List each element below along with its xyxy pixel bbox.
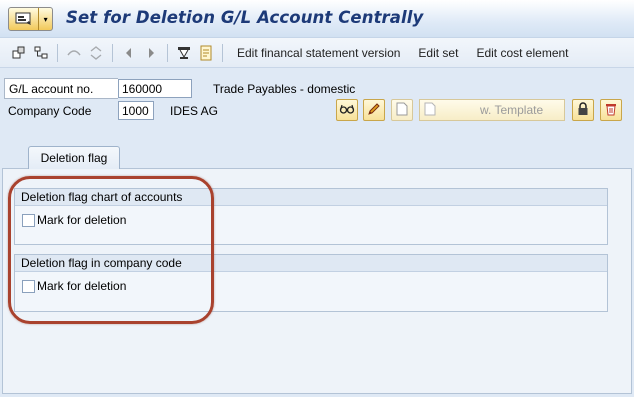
template-document-icon [424, 102, 436, 119]
tab-deletion-flag[interactable]: Deletion flag [28, 146, 120, 169]
edit-set-link[interactable]: Edit set [409, 46, 467, 60]
group-title-chart-of-accounts: Deletion flag chart of accounts [15, 189, 607, 206]
info-icon[interactable] [195, 42, 217, 64]
new-document-icon [396, 102, 408, 119]
where-used-icon[interactable] [173, 42, 195, 64]
toolbar-separator [112, 43, 113, 62]
cc-mark-for-deletion-row: Mark for deletion [22, 279, 607, 293]
next-icon[interactable] [140, 42, 162, 64]
lock-icon [577, 101, 589, 119]
company-code-description: IDES AG [170, 104, 219, 118]
hierarchy-icon[interactable] [30, 42, 52, 64]
previous-icon[interactable] [118, 42, 140, 64]
menu-icon [9, 12, 38, 26]
template-button-label: w. Template [480, 103, 544, 117]
edit-fs-version-link[interactable]: Edit financal statement version [228, 46, 409, 60]
display-button[interactable] [336, 99, 358, 121]
change-button[interactable] [363, 99, 385, 121]
cc-mark-for-deletion-label: Mark for deletion [37, 279, 127, 293]
create-with-template-button[interactable]: w. Template [419, 99, 565, 121]
title-bar: ▾ Set for Deletion G/L Account Centrally [0, 0, 634, 38]
toolbar-separator [167, 43, 168, 62]
cc-mark-for-deletion-checkbox[interactable] [22, 279, 35, 293]
window-title: Set for Deletion G/L Account Centrally [66, 8, 424, 27]
coa-mark-for-deletion-label: Mark for deletion [37, 213, 127, 227]
coa-mark-for-deletion-checkbox[interactable] [22, 213, 35, 227]
gl-account-input[interactable]: 160000 [118, 79, 192, 98]
chevron-down-icon: ▾ [38, 8, 52, 30]
company-code-input[interactable]: 1000 [118, 101, 154, 120]
glasses-icon [339, 103, 355, 118]
gl-account-description: Trade Payables - domestic [213, 82, 356, 96]
switch-icon[interactable] [85, 42, 107, 64]
system-menu-button[interactable]: ▾ [8, 7, 53, 31]
toolbar-separator [222, 43, 223, 62]
group-company-code: Deletion flag in company code Mark for d… [14, 254, 608, 312]
delete-button[interactable] [600, 99, 622, 121]
group-title-company-code: Deletion flag in company code [15, 255, 607, 272]
display-change-icon[interactable] [63, 42, 85, 64]
group-chart-of-accounts: Deletion flag chart of accounts Mark for… [14, 188, 608, 245]
company-code-label: Company Code [8, 103, 92, 118]
pencil-icon [367, 102, 381, 119]
other-object-icon[interactable] [8, 42, 30, 64]
application-toolbar: Edit financal statement version Edit set… [0, 38, 634, 68]
trash-icon [605, 102, 617, 119]
coa-mark-for-deletion-row: Mark for deletion [22, 213, 607, 227]
edit-cost-element-link[interactable]: Edit cost element [467, 46, 577, 60]
toolbar-separator [57, 43, 58, 62]
block-button[interactable] [572, 99, 594, 121]
gl-account-label: G/L account no. [4, 78, 118, 99]
create-button[interactable] [391, 99, 413, 121]
